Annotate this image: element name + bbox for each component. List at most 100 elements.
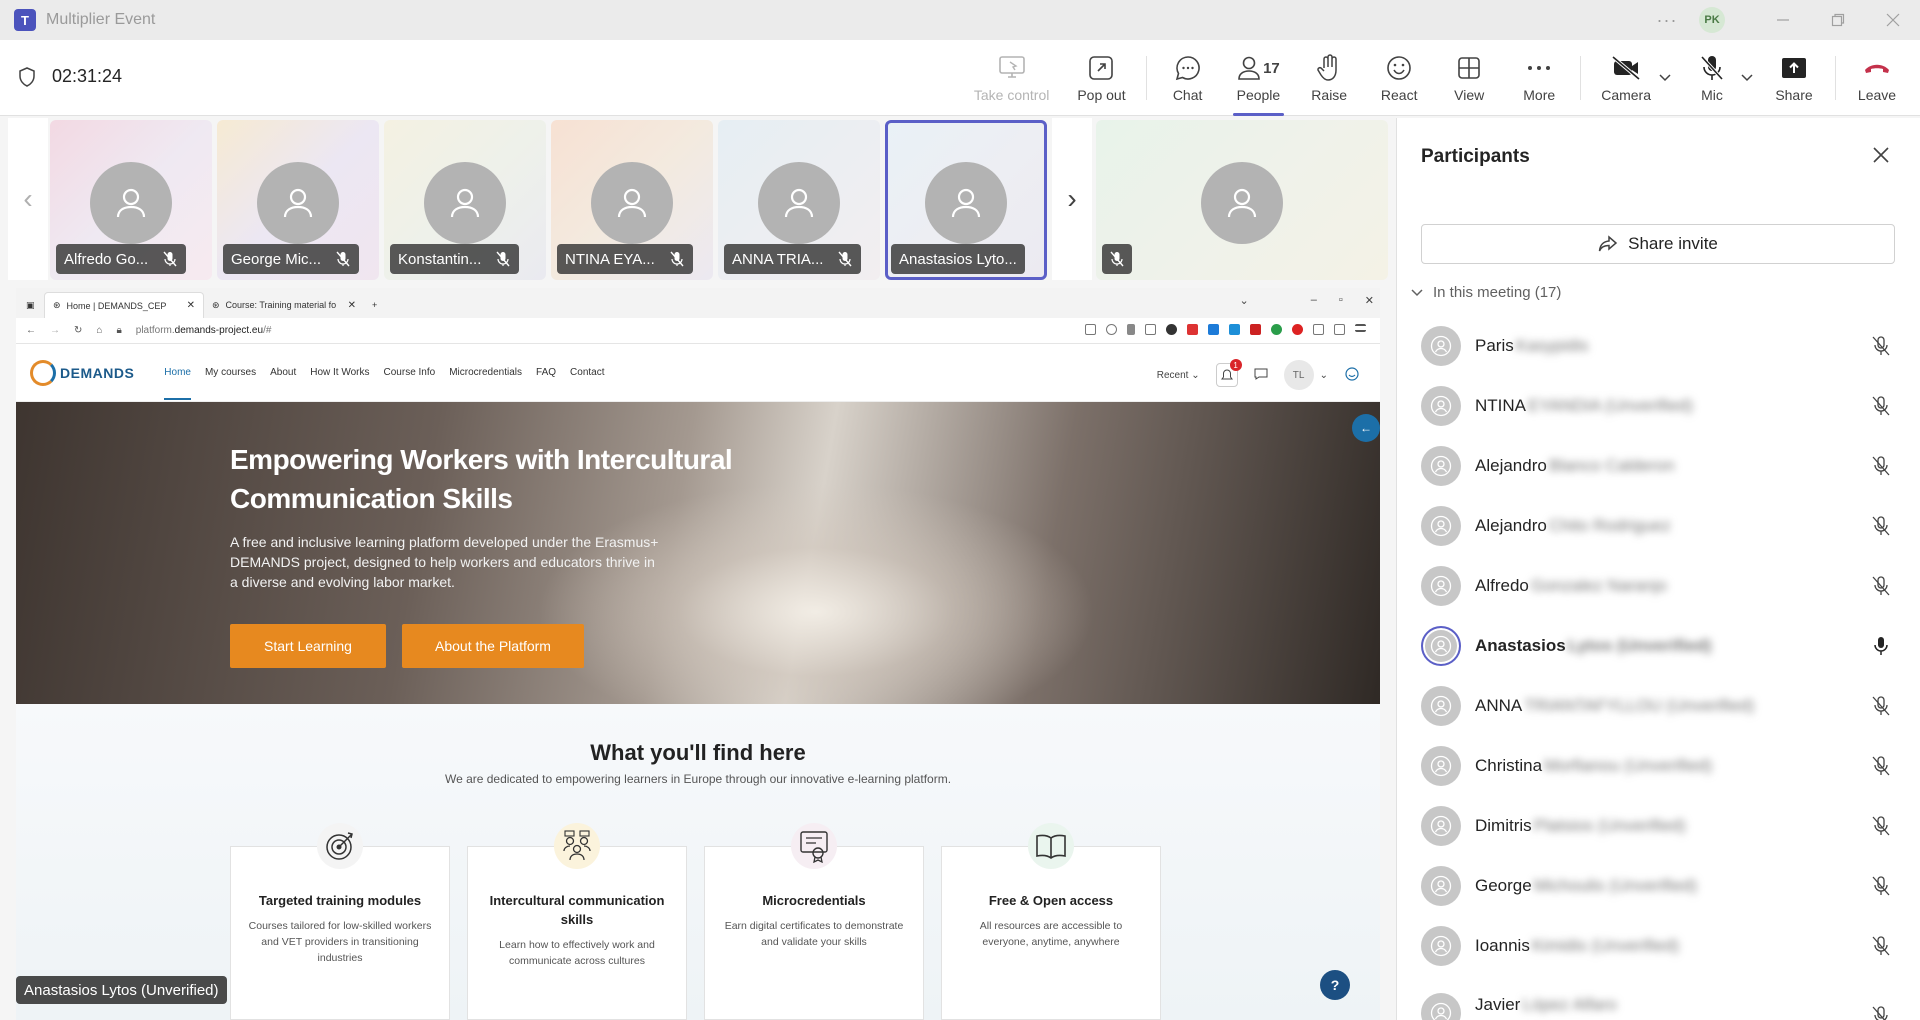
participant-row[interactable]: Alejandro Blanco Calderon <box>1421 436 1901 496</box>
participant-row[interactable]: Paris Kasypidis <box>1421 316 1901 376</box>
participant-row[interactable]: Dimitris Platsios (Unverified) <box>1421 796 1901 856</box>
video-tile-speaking[interactable]: Anastasios Lyto... <box>885 120 1047 280</box>
side-drawer-arrow-left-icon[interactable]: ← <box>1352 414 1380 442</box>
video-tile-self[interactable] <box>1096 120 1388 280</box>
extension-icon[interactable] <box>1229 324 1240 335</box>
video-tile[interactable]: George Mic... <box>217 120 379 280</box>
mic-off-icon[interactable] <box>1871 816 1891 836</box>
browser-minimize-icon[interactable]: – <box>1311 294 1317 307</box>
nav-my-courses[interactable]: My courses <box>205 367 256 378</box>
user-menu-chevron-down-icon[interactable]: ⌄ <box>1320 370 1328 381</box>
more-button[interactable]: More <box>1504 40 1574 116</box>
reader-icon[interactable] <box>1085 324 1096 335</box>
video-tile[interactable]: NTINA EYA... <box>551 120 713 280</box>
minimize-button[interactable] <box>1755 0 1810 40</box>
mic-off-icon[interactable] <box>1871 396 1891 416</box>
forward-arrow-icon[interactable]: → <box>50 325 60 336</box>
participant-row[interactable]: ANNA TRIANTAFYLLOU (Unverified) <box>1421 676 1901 736</box>
address-bar[interactable]: ← → ↻ ⌂ 🔒︎ platform.demands-project.eu/# <box>16 318 1380 344</box>
camera-button[interactable]: Camera <box>1587 40 1665 116</box>
video-tile[interactable]: ANNA TRIA... <box>718 120 880 280</box>
nav-faq[interactable]: FAQ <box>536 367 556 378</box>
tab-close-icon[interactable]: ✕ <box>187 300 195 311</box>
mic-off-icon[interactable] <box>1871 456 1891 476</box>
mic-off-icon[interactable] <box>1871 1006 1891 1020</box>
extension-icon[interactable] <box>1250 324 1261 335</box>
sidebar-icon[interactable] <box>1145 324 1156 335</box>
url-text[interactable]: platform.demands-project.eu/# <box>136 325 272 336</box>
extension-icon[interactable] <box>1208 324 1219 335</box>
browser-tab-list-chevron-down-icon[interactable]: ⌄ <box>1240 294 1249 307</box>
nav-how-it-works[interactable]: How It Works <box>310 367 369 378</box>
participant-row[interactable]: Alejandro Chito Rodriguez <box>1421 496 1901 556</box>
back-arrow-icon[interactable]: ← <box>26 325 36 336</box>
participant-row[interactable]: NTINA EYANDIA (Unverified) <box>1421 376 1901 436</box>
nav-home[interactable]: Home <box>164 367 191 400</box>
nav-course-info[interactable]: Course Info <box>384 367 436 378</box>
user-avatar[interactable]: PK <box>1699 7 1725 33</box>
mic-off-icon[interactable] <box>1871 756 1891 776</box>
extension-icon[interactable] <box>1292 324 1303 335</box>
star-icon[interactable] <box>1106 324 1117 335</box>
recent-dropdown[interactable]: Recent ⌄ <box>1157 370 1200 381</box>
home-icon[interactable]: ⌂ <box>96 325 102 336</box>
in-meeting-section-toggle[interactable]: In this meeting (17) <box>1411 284 1561 301</box>
participant-row[interactable]: Christina Morfianou (Unverified) <box>1421 736 1901 796</box>
puzzle-icon[interactable] <box>1313 324 1324 335</box>
browser-close-icon[interactable]: ✕ <box>1365 294 1374 307</box>
more-options-icon[interactable]: ··· <box>1647 10 1687 31</box>
pop-out-button[interactable]: Pop out <box>1063 40 1139 116</box>
people-button[interactable]: 17 People <box>1223 40 1295 116</box>
nav-about[interactable]: About <box>270 367 296 378</box>
strip-prev-chevron-left-icon[interactable]: ‹ <box>8 118 48 280</box>
strip-next-chevron-right-icon[interactable]: › <box>1052 118 1092 280</box>
reload-icon[interactable]: ↻ <box>74 325 82 336</box>
user-menu-avatar[interactable]: TL <box>1283 360 1314 390</box>
chat-button[interactable]: Chat <box>1153 40 1223 116</box>
share-invite-button[interactable]: Share invite <box>1421 224 1895 264</box>
extension-icon[interactable] <box>1271 324 1282 335</box>
help-button[interactable]: ? <box>1320 970 1350 1000</box>
video-tile[interactable]: Alfredo Go... <box>50 120 212 280</box>
browser-tab[interactable]: ⊛ Course: Training material for tr... ✕ <box>204 292 364 318</box>
library-icon[interactable] <box>1127 324 1135 335</box>
browser-maximize-icon[interactable]: ▫ <box>1339 294 1343 307</box>
maximize-button[interactable] <box>1810 0 1865 40</box>
about-platform-button[interactable]: About the Platform <box>402 624 584 668</box>
close-window-button[interactable] <box>1865 0 1920 40</box>
extension-icon[interactable] <box>1187 324 1198 335</box>
tab-close-icon[interactable]: ✕ <box>348 300 356 311</box>
tab-overview-icon[interactable]: ▣ <box>22 292 44 318</box>
mic-off-icon[interactable] <box>1871 516 1891 536</box>
mic-off-icon[interactable] <box>1871 576 1891 596</box>
mic-off-icon[interactable] <box>1871 336 1891 356</box>
account-icon[interactable] <box>1334 324 1345 335</box>
mic-off-icon[interactable] <box>1871 936 1891 956</box>
new-tab-plus-icon[interactable]: + <box>364 292 388 318</box>
participant-row-speaking[interactable]: Anastasios Lytos (Unverified) <box>1421 616 1901 676</box>
share-button[interactable]: Share <box>1759 40 1829 116</box>
participant-row[interactable]: Alfredo Gonzalez Naranjo <box>1421 556 1901 616</box>
demands-logo[interactable]: DEMANDS <box>30 359 134 386</box>
menu-icon[interactable] <box>1355 324 1366 332</box>
messages-icon[interactable] <box>1254 368 1268 383</box>
notification-bell-icon[interactable]: 1 <box>1215 359 1242 387</box>
leave-button[interactable]: Leave <box>1842 40 1912 116</box>
mic-off-icon[interactable] <box>1871 876 1891 896</box>
nav-contact[interactable]: Contact <box>570 367 604 378</box>
accessibility-icon[interactable] <box>1344 366 1360 385</box>
react-button[interactable]: React <box>1364 40 1434 116</box>
take-control-button[interactable]: Take control <box>960 40 1063 116</box>
extension-icon[interactable] <box>1166 324 1177 335</box>
participant-row[interactable]: Ioannis Kimidis (Unverified) <box>1421 916 1901 976</box>
mic-on-icon[interactable] <box>1871 636 1891 656</box>
mic-off-icon[interactable] <box>1871 696 1891 716</box>
view-button[interactable]: View <box>1434 40 1504 116</box>
start-learning-button[interactable]: Start Learning <box>230 624 386 668</box>
participant-row-organizer[interactable]: JavierLópez Alfaro Organizer <box>1421 976 1901 1020</box>
mic-button[interactable]: Mic <box>1677 40 1747 116</box>
nav-microcredentials[interactable]: Microcredentials <box>449 367 522 378</box>
raise-hand-button[interactable]: Raise <box>1294 40 1364 116</box>
video-tile[interactable]: Konstantin... <box>384 120 546 280</box>
participant-row[interactable]: George Michoulis (Unverified) <box>1421 856 1901 916</box>
